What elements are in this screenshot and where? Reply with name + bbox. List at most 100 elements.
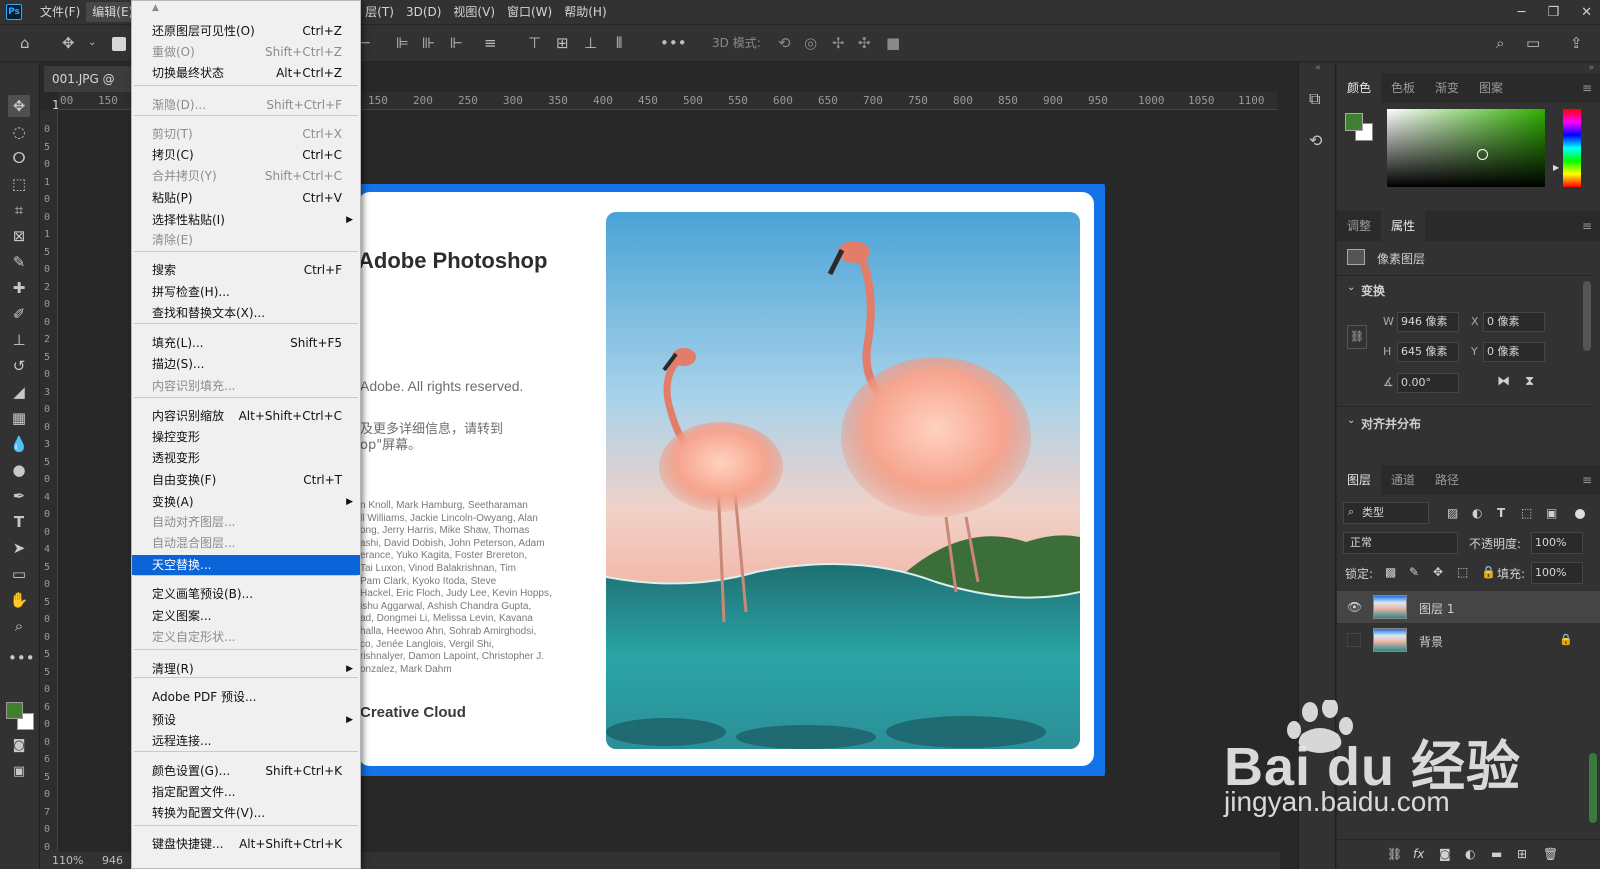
edit-menu-item[interactable]: 拷贝(C) Ctrl+C [132, 145, 360, 165]
fx-icon[interactable]: fx [1413, 847, 1424, 861]
menu-file[interactable]: 文件(F) [34, 2, 86, 22]
link-layers-icon[interactable]: ⛓ [1387, 847, 1402, 861]
rectangle-tool-icon[interactable]: ▭ [8, 563, 30, 585]
chevron-down-icon[interactable]: ⌄ [88, 34, 96, 52]
brush-tool-icon[interactable]: ✐ [8, 303, 30, 325]
edit-menu-item[interactable]: 剪切(T) Ctrl+X [132, 124, 360, 144]
color-field[interactable] [1387, 109, 1545, 187]
y-field[interactable]: 0 像素 [1483, 342, 1545, 362]
pen-tool-icon[interactable]: ✒ [8, 485, 30, 507]
hue-pointer-icon[interactable]: ▶ [1553, 163, 1559, 172]
edit-menu-item[interactable]: 拼写检查(H)... [132, 282, 360, 302]
align-middle-icon[interactable]: ≡ [484, 34, 497, 52]
edit-menu-item[interactable]: 键盘快捷键... Alt+Shift+Ctrl+K [132, 834, 360, 854]
layer-row-background[interactable]: 背景 🔒 [1337, 624, 1600, 656]
transform-section-title[interactable]: 变换 [1361, 282, 1385, 299]
menu-3d[interactable]: 3D(D) [400, 2, 447, 22]
edit-menu-item[interactable]: 变换(A) ▶ [132, 492, 360, 512]
color-picker-cursor[interactable] [1477, 149, 1488, 160]
edit-menu-item[interactable]: 渐隐(D)... Shift+Ctrl+F [132, 95, 360, 115]
tab-patterns[interactable]: 图案 [1469, 73, 1513, 103]
opacity-field[interactable]: 100% [1531, 532, 1583, 554]
panel-menu-icon[interactable]: ≡ [1582, 219, 1592, 233]
edit-menu-item[interactable]: 合并拷贝(Y) Shift+Ctrl+C [132, 166, 360, 186]
edit-menu-item[interactable]: 透视变形 [132, 448, 360, 468]
restore-icon[interactable]: ❐ [1547, 5, 1559, 20]
marquee-tool-icon[interactable]: ◌ [8, 121, 30, 143]
edit-menu-item[interactable]: 切换最终状态 Alt+Ctrl+Z [132, 63, 360, 83]
edit-toolbar-icon[interactable]: ••• [8, 647, 35, 669]
more-options-icon[interactable]: ••• [660, 34, 687, 52]
flip-vertical-icon[interactable]: ⧗ [1525, 374, 1534, 389]
menu-type[interactable]: 层(T) [359, 2, 400, 22]
edit-menu-item[interactable]: 指定配置文件... [132, 782, 360, 802]
edit-menu-item[interactable]: 填充(L)... Shift+F5 [132, 333, 360, 353]
width-field[interactable]: 946 像素 [1397, 312, 1459, 332]
edit-menu-item[interactable]: 颜色设置(G)... Shift+Ctrl+K [132, 761, 360, 781]
eyedropper-tool-icon[interactable]: ✎ [8, 251, 30, 273]
menu-help[interactable]: 帮助(H) [558, 2, 612, 22]
new-layer-icon[interactable]: ⊞ [1517, 847, 1527, 861]
edit-menu-item[interactable]: 自由变换(F) Ctrl+T [132, 470, 360, 490]
close-icon[interactable]: ✕ [1581, 5, 1592, 20]
layer-name[interactable]: 背景 [1419, 633, 1443, 650]
edit-menu-item[interactable]: 定义图案... [132, 606, 360, 626]
search-icon[interactable]: ⌕ [1496, 34, 1504, 52]
history-brush-icon[interactable]: ↺ [8, 355, 30, 377]
filter-shape-icon[interactable]: ⬚ [1521, 506, 1532, 520]
group-icon[interactable]: ▬ [1491, 847, 1502, 861]
edit-menu-item[interactable]: 内容识别缩放 Alt+Shift+Ctrl+C [132, 406, 360, 426]
expand-icon[interactable]: » [1337, 63, 1600, 73]
layer-row-layer1[interactable]: 👁 图层 1 [1337, 591, 1600, 623]
3d-pan-icon[interactable]: ✢ [832, 34, 845, 52]
tab-channels[interactable]: 通道 [1381, 465, 1425, 495]
distribute-v-icon[interactable]: ⫴ [616, 34, 622, 52]
adjustment-layer-icon[interactable]: ◐ [1465, 847, 1475, 861]
fg-color-chip[interactable] [1345, 113, 1363, 131]
edit-menu-item[interactable]: 清除(E) [132, 230, 360, 250]
edit-menu-item[interactable]: Adobe PDF 预设... [132, 687, 360, 707]
move-tool-option-icon[interactable]: ✥ [62, 34, 75, 52]
edit-menu-item[interactable]: 转换为配置文件(V)... [132, 803, 360, 823]
chevron-down-icon[interactable]: ⌄ [1347, 415, 1355, 426]
filter-adjust-icon[interactable]: ◐ [1472, 506, 1482, 520]
frame-tool-icon[interactable]: ⊠ [8, 225, 30, 247]
libraries-icon[interactable]: ⧉ [1309, 89, 1320, 109]
tab-paths[interactable]: 路径 [1425, 465, 1469, 495]
x-field[interactable]: 0 像素 [1483, 312, 1545, 332]
type-tool-icon[interactable]: T [8, 511, 30, 533]
eraser-tool-icon[interactable]: ◢ [8, 381, 30, 403]
lock-pixels-icon[interactable]: ✎ [1409, 565, 1419, 579]
filter-toggle[interactable] [1575, 509, 1585, 519]
path-select-icon[interactable]: ➤ [8, 537, 30, 559]
tab-swatches[interactable]: 色板 [1381, 73, 1425, 103]
collapse-icon[interactable]: « [1299, 63, 1337, 75]
3d-orbit-icon[interactable]: ⟲ [778, 34, 791, 52]
align-right-icon[interactable]: ⊩ [450, 34, 463, 52]
layers-scrollbar[interactable] [1589, 753, 1597, 823]
edit-menu-item[interactable]: 操控变形 [132, 427, 360, 447]
tab-gradients[interactable]: 渐变 [1425, 73, 1469, 103]
lock-transparent-icon[interactable]: ▩ [1385, 565, 1396, 579]
visibility-toggle[interactable] [1347, 633, 1361, 647]
lock-all-icon[interactable]: 🔒 [1481, 565, 1496, 579]
3d-roll-icon[interactable]: ◎ [804, 34, 817, 52]
delete-layer-icon[interactable]: 🗑 [1543, 847, 1558, 861]
blend-mode-select[interactable]: 正常 [1343, 532, 1458, 554]
lasso-tool-icon[interactable]: ⵔ [8, 147, 30, 169]
blur-tool-icon[interactable]: 💧 [8, 433, 30, 455]
layer-filter-select[interactable]: 类型 [1343, 502, 1429, 524]
edit-menu-item[interactable]: 定义自定形状... [132, 627, 360, 647]
align-section-title[interactable]: 对齐并分布 [1361, 415, 1421, 432]
3d-scale-icon[interactable]: ■ [886, 34, 900, 52]
edit-menu-item[interactable]: 粘贴(P) Ctrl+V [132, 188, 360, 208]
align-vcenter-icon[interactable]: ⊞ [556, 34, 569, 52]
hue-slider[interactable] [1563, 109, 1581, 187]
panel-menu-icon[interactable]: ≡ [1582, 81, 1592, 95]
edit-menu-item[interactable]: 清理(R) ▶ [132, 659, 360, 679]
zoom-level[interactable]: 110% [52, 852, 83, 869]
link-icon[interactable]: ⛓ [1347, 325, 1367, 349]
tab-properties[interactable]: 属性 [1381, 211, 1426, 241]
align-left-icon[interactable]: ⊫ [396, 34, 409, 52]
move-tool-icon[interactable]: ✥ [8, 95, 30, 117]
